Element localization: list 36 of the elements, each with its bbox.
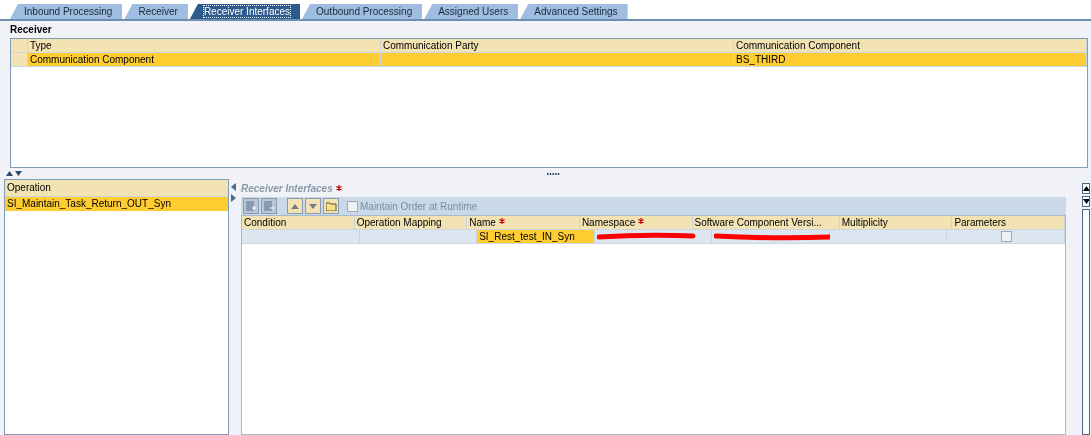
column-header: Parameters — [954, 216, 1007, 229]
column-header: Type — [28, 39, 381, 52]
column-header: Namespace — [581, 216, 636, 229]
operation-item[interactable]: SI_Maintain_Task_Return_OUT_Syn — [5, 197, 228, 211]
table-cell: BS_THIRD — [734, 53, 1087, 66]
column-header: Operation — [5, 180, 228, 197]
expand-down-icon[interactable] — [15, 171, 22, 176]
scroll-down-icon[interactable] — [1083, 199, 1089, 204]
section-title: Receiver — [10, 24, 53, 37]
column-header: Name — [469, 216, 496, 229]
collapse-up-icon[interactable] — [6, 171, 13, 176]
checkbox-label: Maintain Order at Runtime — [360, 200, 478, 212]
column-header: Multiplicity — [841, 216, 888, 229]
column-header: Condition — [244, 216, 287, 229]
column-header: Communication Component — [734, 39, 1087, 52]
scroll-up-button[interactable] — [1082, 183, 1090, 194]
table-cell[interactable]: SI_Rest_test_IN_Syn — [477, 230, 595, 243]
tab[interactable]: Advanced Settings — [520, 4, 628, 19]
scroll-up-icon[interactable] — [1083, 186, 1089, 191]
table-cell: Communication Component — [28, 53, 381, 66]
column-header: Communication Party — [381, 39, 734, 52]
column-header: Operation Mapping — [356, 216, 442, 229]
section-title: Receiver Interfaces — [241, 183, 333, 194]
tab[interactable]: Inbound Processing — [10, 4, 123, 19]
move-down-icon[interactable] — [305, 198, 321, 214]
tab[interactable]: Assigned Users — [424, 4, 519, 19]
collapse-left-icon[interactable] — [231, 183, 236, 191]
tab[interactable]: Receiver Interfaces — [189, 4, 301, 19]
tab[interactable]: Outbound Processing — [302, 4, 423, 19]
move-up-icon[interactable] — [287, 198, 303, 214]
checkbox[interactable] — [1001, 231, 1013, 242]
splitter-handle-icon[interactable] — [547, 172, 560, 175]
scroll-down-button[interactable] — [1082, 196, 1090, 207]
tab[interactable]: Receiver — [124, 4, 188, 19]
expand-right-icon[interactable] — [231, 194, 236, 202]
column-header: Software Component Versi... — [694, 216, 822, 229]
